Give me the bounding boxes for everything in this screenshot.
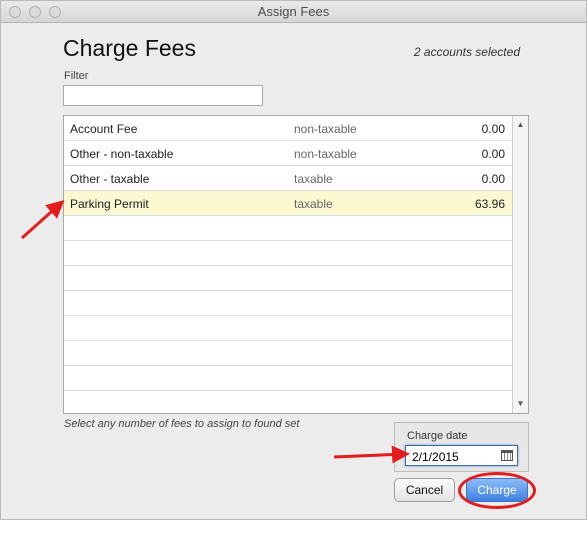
arrow-to-parking-permit bbox=[20, 199, 65, 240]
annotation-arrows bbox=[20, 199, 410, 464]
arrow-to-charge-date bbox=[333, 445, 410, 464]
